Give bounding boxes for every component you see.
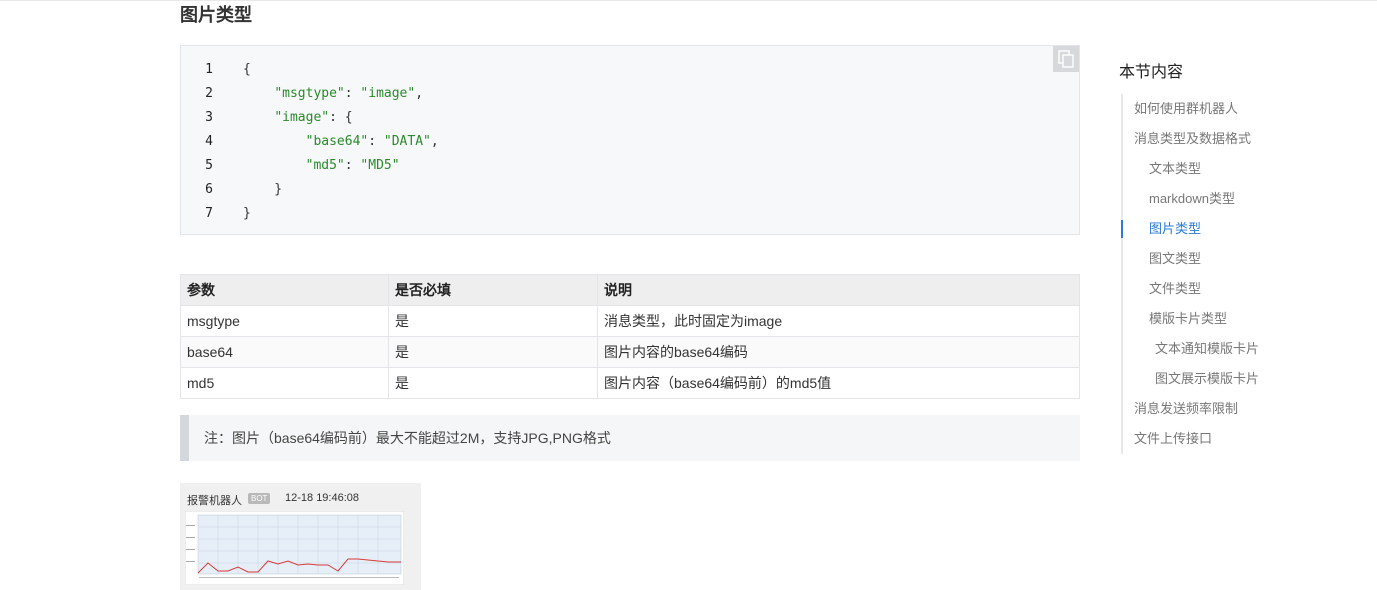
table-header-row: 参数 是否必填 说明 [180, 274, 1080, 306]
code-text: { [243, 62, 251, 77]
cell-required: 是 [388, 336, 598, 368]
cell-param: base64 [180, 336, 389, 368]
line-number: 6 [205, 182, 213, 197]
toc-title: 本节内容 [1119, 64, 1184, 81]
cell-param: msgtype [180, 305, 389, 337]
toc-item[interactable]: 文本通知模版卡片 [1155, 340, 1259, 358]
line-number: 1 [205, 62, 213, 77]
toc-item[interactable]: markdown类型 [1149, 190, 1235, 208]
line-number: 5 [205, 158, 213, 173]
code-text: "msgtype": "image", [274, 86, 424, 101]
cell-description: 消息类型，此时固定为image [597, 305, 1080, 337]
toc-item[interactable]: 消息类型及数据格式 [1134, 130, 1251, 148]
cell-required: 是 [388, 367, 598, 399]
cell-description: 图片内容（base64编码前）的md5值 [597, 367, 1080, 399]
header-param: 参数 [180, 274, 389, 306]
toc-item[interactable]: 文本类型 [1149, 160, 1201, 178]
table-row: base64 是 图片内容的base64编码 [180, 336, 1080, 368]
copy-icon [1058, 50, 1074, 68]
section-heading: 图片类型 [180, 5, 252, 25]
cell-required: 是 [388, 305, 598, 337]
bot-badge: BOT [248, 493, 271, 504]
code-text: "image": { [274, 110, 353, 125]
top-divider [0, 0, 1377, 1]
code-block: 1 {2 "msgtype": "image", 3 "image": { 4 "ba… [180, 45, 1080, 235]
message-time: 12-18 19:46:08 [285, 492, 360, 504]
cell-description: 图片内容的base64编码 [597, 336, 1080, 368]
code-text: "md5": "MD5" [305, 158, 400, 173]
message-preview-image: 报警机器人 BOT 12-18 19:46:08 [180, 483, 421, 590]
toc-item[interactable]: 消息发送频率限制 [1134, 400, 1238, 418]
bot-name: 报警机器人 [187, 495, 242, 507]
toc-item[interactable]: 文件类型 [1149, 280, 1201, 298]
table-row: md5 是 图片内容（base64编码前）的md5值 [180, 367, 1080, 399]
code-text: "base64": "DATA", [305, 134, 439, 149]
toc-active-marker [1121, 220, 1123, 238]
chart-thumbnail [185, 511, 404, 585]
line-number: 4 [205, 134, 213, 149]
code-text: } [243, 182, 283, 197]
toc-item[interactable]: 图文展示模版卡片 [1155, 370, 1259, 388]
note-callout: 注：图片（base64编码前）最大不能超过2M，支持JPG,PNG格式 [180, 415, 1080, 461]
copy-button[interactable] [1053, 46, 1079, 72]
line-number: 2 [205, 86, 213, 101]
code-text: } [243, 206, 251, 221]
header-description: 说明 [597, 274, 1080, 306]
table-of-contents: 如何使用群机器人 消息类型及数据格式文本类型 markdown类型 图片类型图文类型文… [1121, 94, 1301, 454]
toc-item[interactable]: 模版卡片类型 [1149, 310, 1227, 328]
table-row: msgtype 是 消息类型，此时固定为image [180, 305, 1080, 337]
toc-item[interactable]: 如何使用群机器人 [1134, 100, 1238, 118]
header-required: 是否必填 [388, 274, 598, 306]
toc-item[interactable]: 图文类型 [1149, 250, 1201, 268]
cell-param: md5 [180, 367, 389, 399]
line-number: 3 [205, 110, 213, 125]
toc-item[interactable]: 文件上传接口 [1134, 430, 1212, 448]
params-table: 参数 是否必填 说明 msgtype 是 消息类型，此时固定为image bas… [180, 274, 1080, 399]
line-number: 7 [205, 206, 213, 221]
toc-item[interactable]: 图片类型 [1149, 220, 1201, 238]
